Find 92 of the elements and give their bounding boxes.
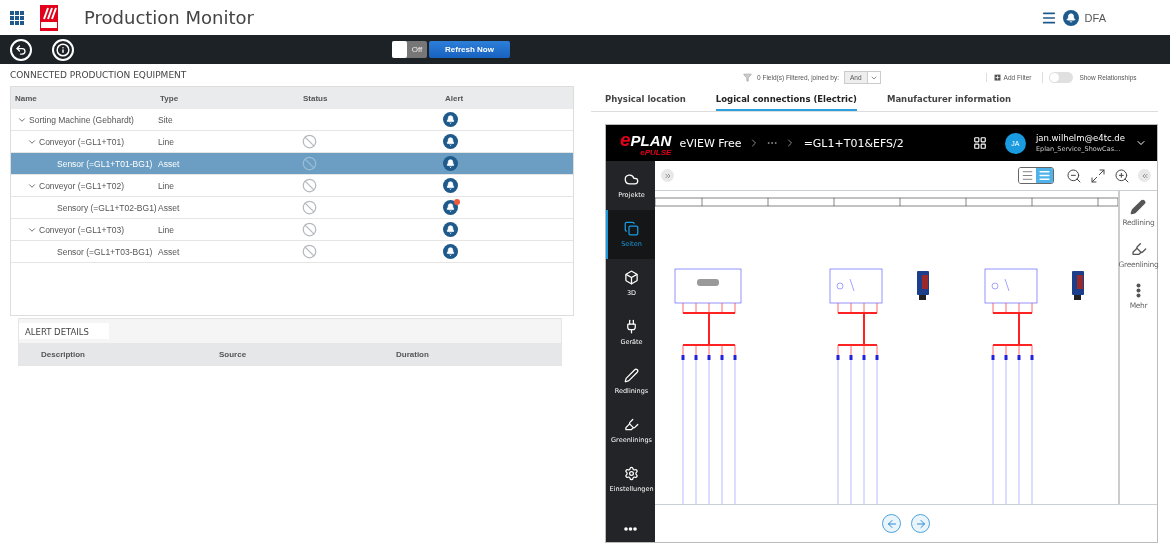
info-icon <box>56 42 70 57</box>
marker-icon <box>1130 199 1147 215</box>
column-header: Alert <box>444 93 465 103</box>
alert-bell-icon[interactable] <box>443 178 458 193</box>
equipment-type: Site <box>157 114 174 125</box>
blocked-status-icon <box>302 134 317 149</box>
column-header: Type <box>159 93 180 103</box>
equipment-row[interactable]: Sensor (=GL1+T03-BG1) Asset <box>11 241 573 263</box>
sensor-symbol <box>984 268 1038 304</box>
alert-bell-icon[interactable] <box>443 244 458 259</box>
tab[interactable]: Physical location <box>605 94 686 111</box>
column-header: Status <box>302 93 329 103</box>
cube-icon <box>624 270 639 285</box>
arrow-left-icon <box>885 517 898 530</box>
plug-icon <box>624 319 639 334</box>
highlighter-icon <box>1130 241 1147 257</box>
drive-symbol <box>674 268 742 304</box>
blocked-status-icon <box>302 244 317 259</box>
blocked-status-icon <box>302 156 317 171</box>
equipment-row[interactable]: Sorting Machine (Gebhardt) Site <box>11 109 573 131</box>
equipment-row[interactable]: Conveyor (=GL1+T03) Line <box>11 219 573 241</box>
auto-refresh-toggle[interactable]: Off <box>392 41 427 58</box>
column-header: Name <box>14 93 38 103</box>
expand-panel-button[interactable] <box>661 169 674 182</box>
info-button[interactable] <box>52 38 74 61</box>
user-name: DFA <box>1084 11 1106 24</box>
double-chevron-left-icon <box>1140 171 1149 180</box>
apps-icon[interactable] <box>972 136 987 150</box>
fit-to-screen-button[interactable] <box>1090 167 1106 184</box>
equipment-type: Line <box>157 224 176 235</box>
equipment-type: Asset <box>157 246 181 257</box>
equipment-row[interactable]: Conveyor (=GL1+T02) Line <box>11 175 573 197</box>
alert-bell-icon[interactable] <box>443 200 458 215</box>
alert-bell-icon[interactable] <box>443 134 458 149</box>
settings-icon <box>624 466 639 481</box>
equipment-type: Asset <box>157 202 181 213</box>
more-icon <box>1136 283 1141 298</box>
section-title: CONNECTED PRODUCTION EQUIPMENT <box>10 70 188 82</box>
section-title: ALERT DETAILS <box>19 323 109 339</box>
app-grid-icon[interactable] <box>10 10 24 25</box>
previous-page-button[interactable] <box>882 514 901 533</box>
sensor-photo-drawing <box>1072 271 1084 300</box>
alert-bell-icon[interactable] <box>443 222 458 237</box>
equipment-row[interactable]: Conveyor (=GL1+T01) Line <box>11 131 573 153</box>
sensor-symbol <box>829 268 883 304</box>
notification-button[interactable] <box>1062 9 1079 26</box>
pages-icon <box>624 221 639 236</box>
equipment-name: Sensor (=GL1+T01-BG1) <box>57 158 153 169</box>
pen-icon <box>624 368 639 383</box>
cloud-icon <box>624 172 639 187</box>
blocked-status-icon <box>302 200 317 215</box>
user-email: jan.wilhelm@e4tc.de <box>1035 133 1125 143</box>
highlighter-icon <box>624 417 639 432</box>
equipment-type: Line <box>157 180 176 191</box>
breadcrumb-current: =GL1+T01&EFS/2 <box>803 136 904 150</box>
equipment-name: Sensor (=GL1+T03-BG1) <box>57 246 153 257</box>
double-chevron-right-icon <box>663 171 672 180</box>
back-button[interactable] <box>10 38 32 61</box>
column-header: Duration <box>395 349 430 359</box>
zoom-out-button[interactable] <box>1066 167 1082 184</box>
arrow-right-icon <box>914 517 927 530</box>
app-title: Production Monitor <box>84 7 254 28</box>
equipment-name: Conveyor (=GL1+T03) <box>39 224 125 235</box>
column-header: Description <box>40 349 86 359</box>
filter-icon <box>743 73 752 82</box>
tab[interactable]: Manufacturer information <box>886 94 1012 111</box>
equipment-name: Sensory (=GL1+T02-BG1) <box>57 202 157 213</box>
equipment-row[interactable]: Sensory (=GL1+T02-BG1)Asset <box>11 197 573 219</box>
sensor-photo-drawing <box>917 271 929 300</box>
alert-bell-icon[interactable] <box>443 112 458 127</box>
refresh-button[interactable]: Refresh Now <box>429 41 510 58</box>
undo-icon <box>15 43 27 56</box>
equipment-name: Conveyor (=GL1+T02) <box>39 180 125 191</box>
equipment-name: Conveyor (=GL1+T01) <box>39 136 125 147</box>
blocked-status-icon <box>302 178 317 193</box>
column-header: Source <box>218 349 248 359</box>
alert-bell-icon[interactable] <box>443 156 458 171</box>
logo-subtext: ePULSE <box>640 148 672 157</box>
collapse-panel-button[interactable] <box>1138 169 1151 182</box>
next-page-button[interactable] <box>911 514 930 533</box>
plus-icon <box>992 73 1002 82</box>
equipment-type: Asset <box>157 158 181 169</box>
equipment-type: Line <box>157 136 176 147</box>
logo-icon <box>40 4 58 31</box>
equipment-name: Sorting Machine (Gebhardt) <box>29 114 134 125</box>
logo-text: ePLAN <box>620 129 672 149</box>
single-page-view-button[interactable] <box>1019 168 1036 183</box>
more-icon <box>624 527 637 531</box>
breadcrumb-link[interactable]: eVIEW Free <box>679 136 742 150</box>
blocked-status-icon <box>302 222 317 237</box>
zoom-in-button[interactable] <box>1114 167 1130 184</box>
tab[interactable]: Logical connections (Electric) <box>715 94 857 111</box>
